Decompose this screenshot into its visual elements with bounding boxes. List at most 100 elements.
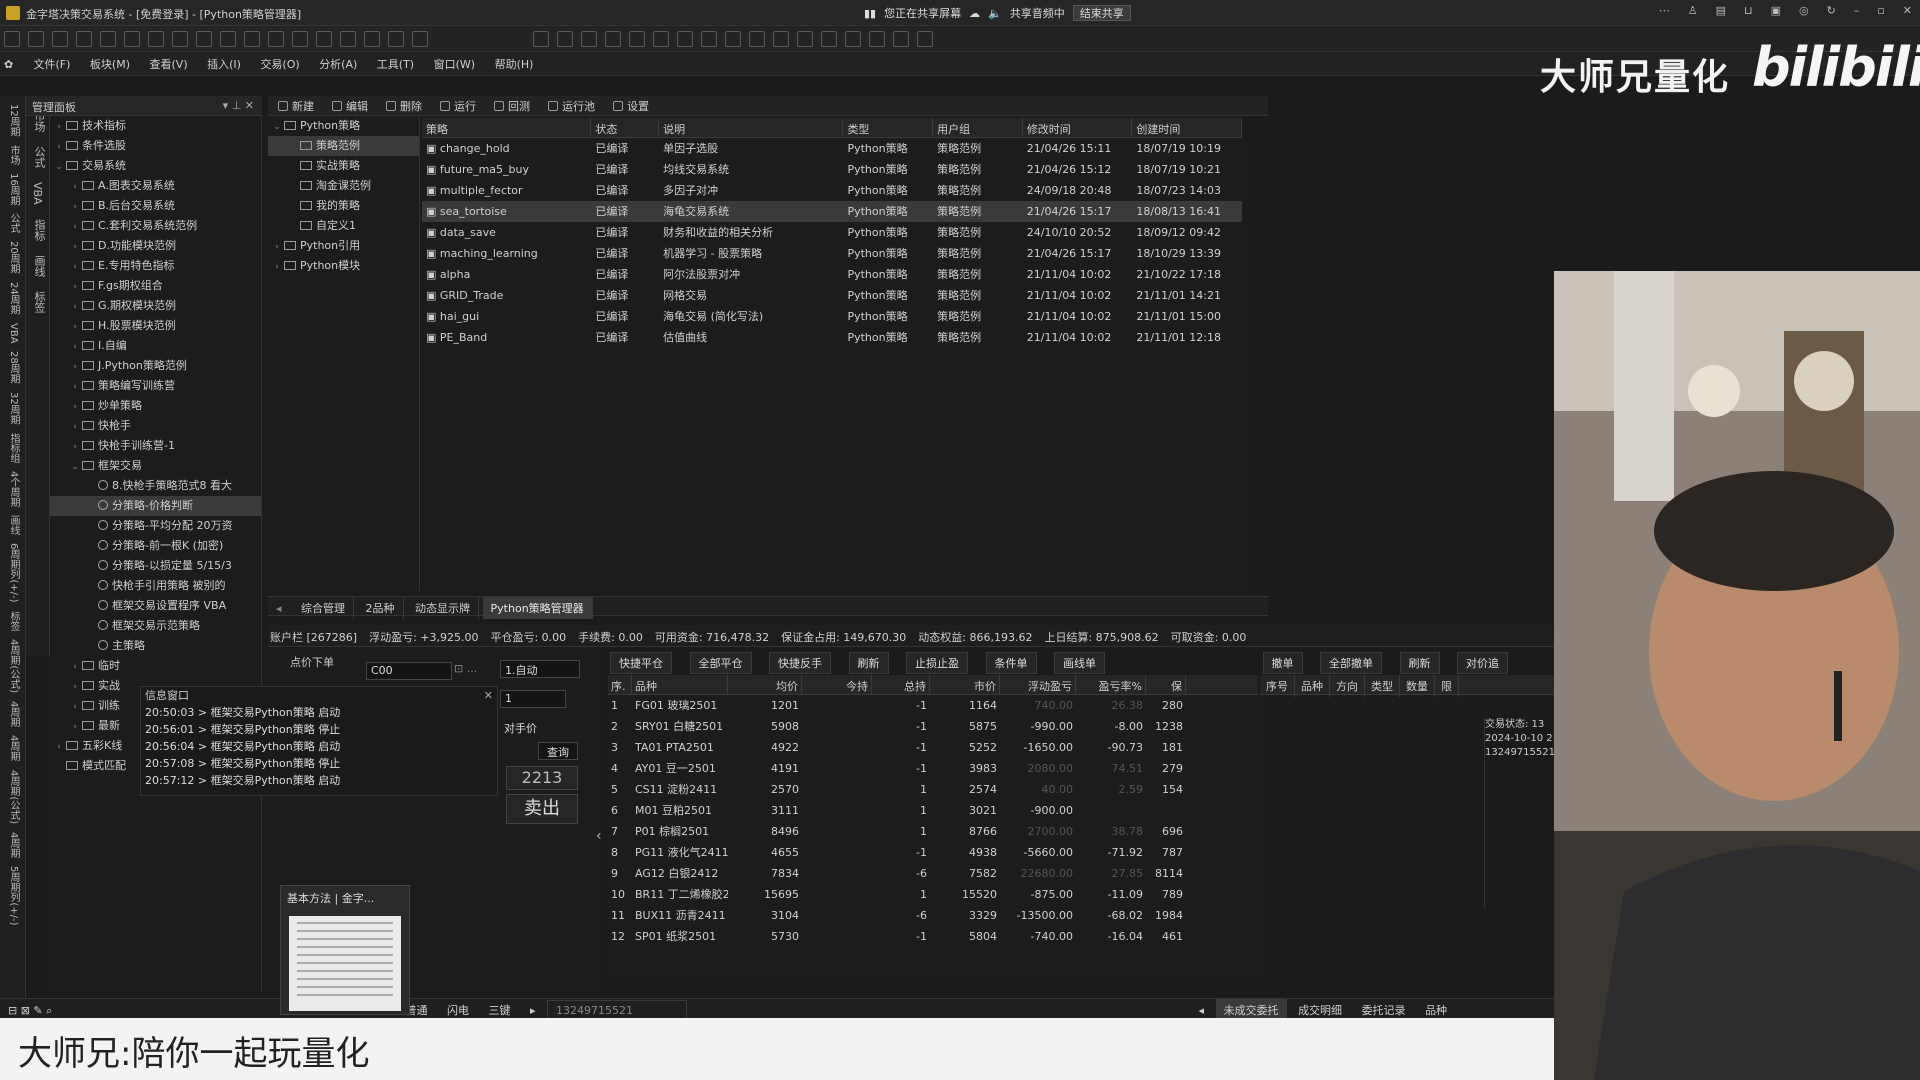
image-icon[interactable] [172, 31, 188, 47]
link-icon[interactable] [28, 31, 44, 47]
table-row[interactable]: 12 SP01 纸浆2501 5730 -1 5804 -740.00 -16.04 461 [608, 926, 1258, 947]
zoom-in-icon[interactable] [364, 31, 380, 47]
pitch-icon[interactable] [653, 31, 669, 47]
strategy-tree-item[interactable]: 淘金课范例 [268, 176, 419, 196]
chevron-icon[interactable]: › [68, 437, 82, 457]
tab-python-strategy-manager[interactable]: Python策略管理器 [482, 597, 593, 619]
period-tab-10[interactable]: 4个周期 [6, 471, 20, 507]
panel-tab-3[interactable]: 指标 [31, 219, 47, 241]
table-row[interactable]: 3 TA01 PTA2501 4922 -1 5252 -1650.00 -90.73 181 [608, 737, 1258, 758]
chevron-icon[interactable]: ⌄ [52, 157, 66, 177]
bell-icon[interactable] [148, 31, 164, 47]
support-icon[interactable]: ◎ [1799, 4, 1809, 17]
chevron-icon[interactable]: › [68, 257, 82, 277]
tree-item[interactable]: › 技术指标 [50, 116, 261, 136]
table-row[interactable]: 5 CS11 淀粉2411 2570 1 2574 40.00 2.59 154 [608, 779, 1258, 800]
panel-close-icon[interactable]: ▾ ⊥ ✕ [223, 99, 254, 112]
close-button[interactable]: ✕ [1903, 4, 1912, 17]
menu-analysis[interactable]: 分析(A) [311, 52, 365, 76]
chevron-icon[interactable]: › [270, 237, 284, 257]
chevron-icon[interactable]: › [52, 737, 66, 757]
tree-item[interactable]: › 快枪手训练营-1 [50, 436, 261, 456]
move-icon[interactable] [316, 31, 332, 47]
lock-icon[interactable] [845, 31, 861, 47]
backtest-button[interactable]: 回测 [494, 98, 530, 114]
period-tab-13[interactable]: 标签 [6, 611, 20, 631]
tab-2-symbols[interactable]: 2品种 [358, 597, 404, 619]
table-row[interactable]: ▣ GRID_Trade 已编译 网格交易 Python策略 策略范例 21/11/04 … [422, 285, 1242, 306]
maximize-button[interactable]: ▫ [1877, 4, 1884, 17]
tree-item[interactable]: › H.股票模块范例 [50, 316, 261, 336]
table-row[interactable]: 1 FG01 玻璃2501 1201 -1 1164 740.00 26.38 280 [608, 695, 1258, 716]
chevron-icon[interactable]: › [68, 197, 82, 217]
tree-item[interactable]: › I.自编 [50, 336, 261, 356]
end-share-button[interactable]: 结束共享 [1072, 5, 1131, 21]
tree-item[interactable]: › 快枪手 [50, 416, 261, 436]
column-header[interactable]: 品种 [1295, 675, 1330, 697]
column-header[interactable]: 说明 [659, 118, 844, 137]
column-header[interactable]: 修改时间 [1023, 118, 1133, 137]
chevron-icon[interactable]: › [68, 217, 82, 237]
period-tab-6[interactable]: VBA [6, 323, 20, 344]
lookup-icon[interactable]: ⊡ ... [454, 662, 477, 675]
chevron-icon[interactable]: › [68, 277, 82, 297]
table-row[interactable]: ▣ hai_gui 已编译 海龟交易 (简化写法) Python策略 策略范例 21/11… [422, 306, 1242, 327]
table-row[interactable]: ▣ alpha 已编译 阿尔法股票对冲 Python策略 策略范例 21/11/04 10… [422, 264, 1242, 285]
menu-view[interactable]: 查看(V) [142, 52, 196, 76]
tree-item[interactable]: › C.套利交易系统范例 [50, 216, 261, 236]
conditional-order-button[interactable]: 条件单 [985, 652, 1037, 674]
period-tab-1[interactable]: 市场 [6, 145, 20, 165]
strategy-tree-item[interactable]: › Python引用 [268, 236, 419, 256]
panel-tab-5[interactable]: 标签 [31, 291, 47, 313]
quantity-input[interactable]: 1 [500, 690, 566, 708]
chart-icon[interactable] [124, 31, 140, 47]
column-header[interactable]: 策略 [422, 118, 592, 137]
period-tab-16[interactable]: 4周期 [6, 735, 20, 761]
chevron-icon[interactable]: › [68, 397, 82, 417]
tree-item[interactable]: › E.专用特色指标 [50, 256, 261, 276]
table-row[interactable]: ▣ sea_tortoise 已编译 海龟交易系统 Python策略 策略范例 21/04… [422, 201, 1242, 222]
period-tab-18[interactable]: 4周期 [6, 832, 20, 858]
strategy-tree-item[interactable]: 自定义1 [268, 216, 419, 236]
channel-icon[interactable] [629, 31, 645, 47]
table-row[interactable]: ▣ future_ma5_buy 已编译 均线交易系统 Python策略 策略范例 21/… [422, 159, 1242, 180]
column-header[interactable]: 均价 [728, 675, 802, 694]
line-icon[interactable] [557, 31, 573, 47]
table-row[interactable]: 9 AG12 白银2412 7834 -6 7582 22680.00 27.85 8114 [608, 863, 1258, 884]
period-tab-14[interactable]: 4周期(公式) [6, 639, 20, 693]
column-header[interactable]: 市价 [930, 675, 1000, 694]
doc-icon[interactable]: ▤ [1716, 4, 1726, 17]
magnet-icon[interactable] [773, 31, 789, 47]
menu-file[interactable]: 文件(F) [26, 52, 79, 76]
tab-scroll-left-icon[interactable]: ◂ [268, 599, 290, 618]
zoom-out-icon[interactable] [388, 31, 404, 47]
table-row[interactable]: 11 BUX11 沥青2411 3104 -6 3329 -13500.00 -68.02 1… [608, 905, 1258, 926]
table-row[interactable]: 2 SRY01 白糖2501 5908 -1 5875 -990.00 -8.00 1238 [608, 716, 1258, 737]
rss-icon[interactable]: ⋯ [1659, 4, 1670, 17]
home-icon[interactable] [4, 31, 20, 47]
menu-tools[interactable]: 工具(T) [369, 52, 422, 76]
chevron-icon[interactable]: › [68, 317, 82, 337]
column-header[interactable]: 序号 [1260, 675, 1295, 697]
tree-item[interactable]: › J.Python策略范例 [50, 356, 261, 376]
run-button[interactable]: 运行 [440, 98, 476, 114]
period-tab-2[interactable]: 16周期 [6, 173, 20, 206]
tree-item[interactable]: › D.功能模块范例 [50, 236, 261, 256]
panel-tab-1[interactable]: 公式 [31, 146, 47, 168]
gear-icon[interactable] [412, 31, 428, 47]
strategy-tree-item[interactable]: 我的策略 [268, 196, 419, 216]
column-header[interactable]: 保 [1146, 675, 1186, 694]
tree-item[interactable]: 分策略-平均分配 20万资 [50, 516, 261, 536]
save-icon[interactable] [917, 31, 933, 47]
column-header[interactable]: 序. [608, 675, 632, 694]
close-all-button[interactable]: 全部平仓 [689, 652, 752, 674]
line-order-button[interactable]: 画线单 [1054, 652, 1105, 674]
table-row[interactable]: 7 P01 棕榈2501 8496 1 8766 2700.00 38.78 696 [608, 821, 1258, 842]
taskbar-preview[interactable]: 基本方法 | 金字... [280, 885, 410, 1015]
tree-item[interactable]: › G.期权模块范例 [50, 296, 261, 316]
period-tab-15[interactable]: 4周期 [6, 701, 20, 727]
price-type-select[interactable]: 对手价 [504, 720, 537, 736]
quick-reverse-button[interactable]: 快捷反手 [769, 652, 831, 674]
column-header[interactable]: 类型 [1365, 675, 1400, 697]
strategy-tree-item[interactable]: 实战策略 [268, 156, 419, 176]
